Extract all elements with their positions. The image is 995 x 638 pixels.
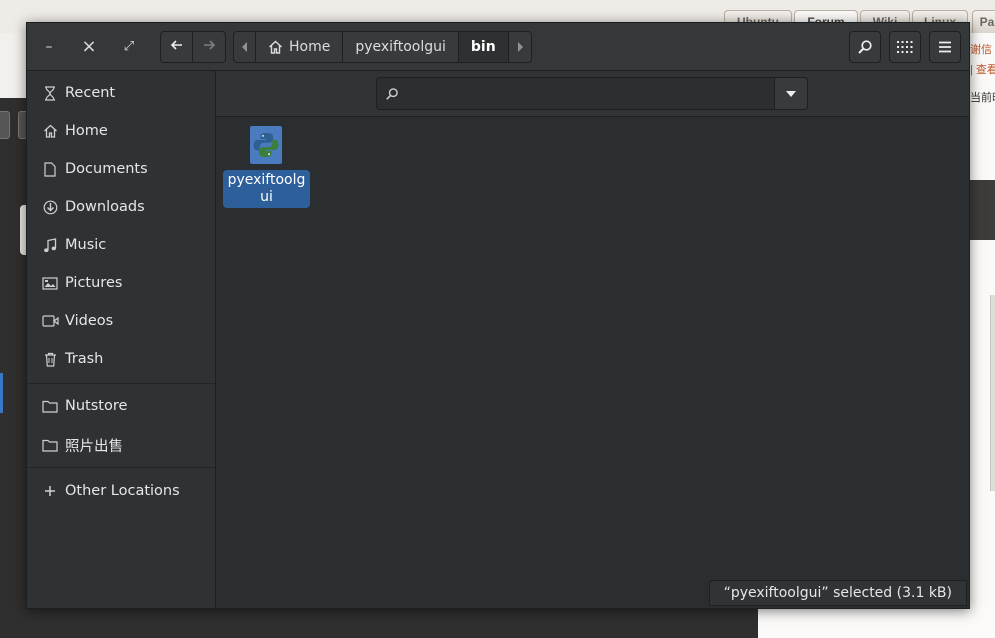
sidebar-item-other-locations[interactable]: Other Locations bbox=[27, 473, 215, 509]
background-text-1: 谢信 bbox=[970, 44, 992, 56]
file-view: pyexiftoolg ui “pyexiftoolgui” selected … bbox=[216, 71, 969, 608]
hamburger-menu-icon bbox=[939, 41, 951, 53]
python-file-icon bbox=[250, 126, 282, 164]
search-input[interactable] bbox=[407, 78, 774, 109]
document-icon bbox=[40, 161, 60, 177]
minimize-icon: – bbox=[45, 39, 53, 55]
music-icon bbox=[40, 237, 60, 253]
plus-icon bbox=[40, 483, 60, 499]
background-text-2: | 查看 bbox=[970, 64, 995, 76]
search-entry bbox=[376, 77, 808, 110]
sidebar-item-label: Videos bbox=[65, 313, 114, 329]
folder-icon bbox=[40, 437, 60, 453]
chevron-down-icon bbox=[786, 90, 796, 97]
main-menu-button[interactable] bbox=[929, 31, 961, 63]
sidebar-item-label: Music bbox=[65, 237, 107, 253]
close-icon: × bbox=[81, 36, 97, 57]
file-name-line: ui bbox=[260, 189, 273, 205]
breadcrumb-bin[interactable]: bin bbox=[458, 32, 509, 62]
sidebar-item-label: Nutstore bbox=[65, 398, 128, 414]
chevron-left-icon bbox=[241, 42, 247, 52]
home-icon bbox=[269, 40, 282, 54]
search-toggle-button[interactable] bbox=[849, 31, 881, 63]
sidebar-item-photos-for-sale[interactable]: 照片出售 bbox=[27, 427, 215, 463]
sidebar-item-pictures[interactable]: Pictures bbox=[27, 265, 215, 301]
sidebar-item-trash[interactable]: Trash bbox=[27, 341, 215, 377]
search-bar bbox=[216, 71, 969, 117]
view-options-button[interactable] bbox=[889, 31, 921, 63]
sidebar-item-label: Documents bbox=[65, 161, 148, 177]
clock-icon bbox=[40, 85, 60, 101]
search-options-dropdown[interactable] bbox=[774, 78, 807, 109]
breadcrumb-label: bin bbox=[470, 39, 496, 55]
sidebar-item-label: 照片出售 bbox=[65, 438, 123, 455]
sidebar-item-home[interactable]: Home bbox=[27, 113, 215, 149]
file-name-line: pyexiftoolg bbox=[227, 172, 306, 188]
breadcrumb-label: pyexiftoolgui bbox=[355, 39, 446, 55]
sidebar-item-label: Home bbox=[65, 123, 108, 139]
background-dark-bar bbox=[970, 180, 995, 240]
home-icon bbox=[40, 123, 60, 139]
pictures-icon bbox=[40, 275, 60, 291]
file-manager-window: – × ⤢ Home pyexiftoolgui bin Recent Home… bbox=[26, 22, 970, 609]
background-tab-more[interactable]: Pa bbox=[972, 10, 995, 33]
breadcrumb-label: Home bbox=[289, 39, 331, 55]
maximize-icon: ⤢ bbox=[123, 39, 135, 54]
sidebar-item-label: Pictures bbox=[65, 275, 123, 291]
sidebar-item-label: Recent bbox=[65, 85, 116, 101]
breadcrumb-scroll-left[interactable] bbox=[234, 32, 256, 62]
forward-button[interactable] bbox=[193, 32, 225, 62]
breadcrumb-home[interactable]: Home bbox=[256, 32, 344, 62]
places-sidebar: Recent Home Documents Downloads Music Pi… bbox=[27, 71, 216, 608]
breadcrumb-pyexiftoolgui[interactable]: pyexiftoolgui bbox=[343, 32, 459, 62]
breadcrumb-scroll-right[interactable] bbox=[509, 32, 531, 62]
sidebar-item-recent[interactable]: Recent bbox=[27, 75, 215, 111]
sidebar-separator bbox=[27, 467, 215, 468]
folder-icon bbox=[40, 398, 60, 414]
sidebar-item-label: Trash bbox=[65, 351, 104, 367]
search-icon bbox=[377, 78, 407, 109]
background-bottom bbox=[26, 609, 758, 638]
background-bottom-page bbox=[758, 609, 995, 638]
background-light-area bbox=[0, 33, 26, 98]
background-button bbox=[0, 111, 10, 139]
history-nav bbox=[160, 31, 226, 63]
back-button[interactable] bbox=[161, 32, 193, 62]
background-app-left bbox=[0, 33, 34, 638]
sidebar-item-nutstore[interactable]: Nutstore bbox=[27, 388, 215, 424]
sidebar-item-label: Other Locations bbox=[65, 483, 180, 499]
background-text-3: 当前时 bbox=[970, 92, 995, 104]
arrow-left-icon bbox=[170, 40, 182, 50]
selection-status: “pyexiftoolgui” selected (3.1 kB) bbox=[708, 580, 967, 606]
chevron-right-icon bbox=[517, 42, 523, 52]
sidebar-item-videos[interactable]: Videos bbox=[27, 303, 215, 339]
sidebar-item-downloads[interactable]: Downloads bbox=[27, 189, 215, 225]
sidebar-separator bbox=[27, 383, 215, 384]
arrow-right-icon bbox=[204, 40, 216, 50]
close-button[interactable]: × bbox=[77, 35, 101, 59]
sidebar-item-documents[interactable]: Documents bbox=[27, 151, 215, 187]
background-scrollbar[interactable] bbox=[990, 295, 995, 491]
background-page-right: 谢信 | 查看 当前时 bbox=[970, 33, 995, 638]
download-icon bbox=[40, 199, 60, 215]
trash-icon bbox=[40, 351, 60, 367]
sidebar-item-label: Downloads bbox=[65, 199, 145, 215]
minimize-button[interactable]: – bbox=[37, 35, 61, 59]
video-icon bbox=[40, 313, 60, 329]
breadcrumb: Home pyexiftoolgui bin bbox=[233, 31, 532, 63]
grid-view-icon bbox=[897, 41, 913, 53]
sidebar-item-music[interactable]: Music bbox=[27, 227, 215, 263]
header-bar: – × ⤢ Home pyexiftoolgui bin bbox=[27, 23, 969, 71]
search-icon bbox=[858, 40, 872, 54]
maximize-button[interactable]: ⤢ bbox=[117, 35, 141, 59]
file-name-label: pyexiftoolg ui bbox=[223, 170, 310, 208]
background-accent bbox=[0, 373, 3, 413]
